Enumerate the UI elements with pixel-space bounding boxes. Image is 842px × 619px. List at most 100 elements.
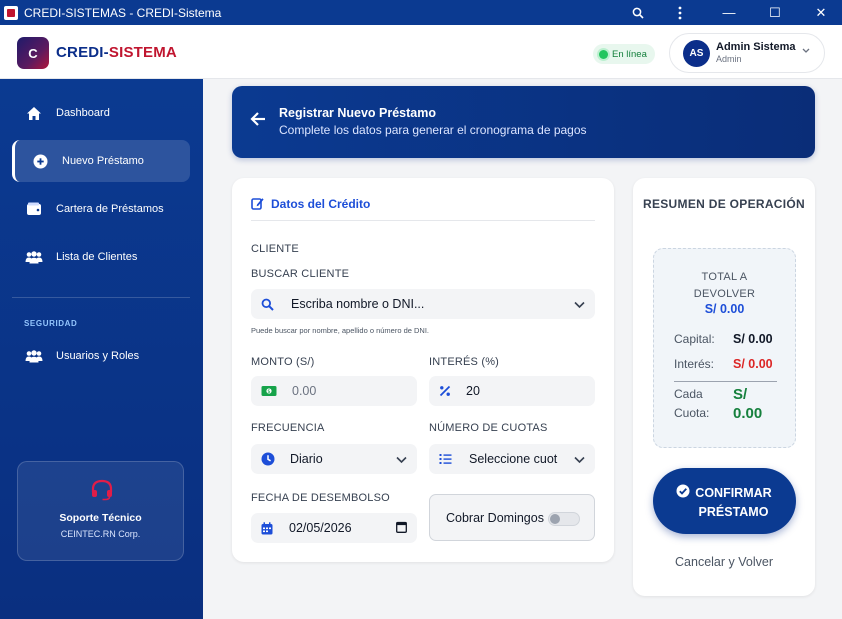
sidebar-item-label: Nuevo Préstamo [62,155,144,167]
edit-icon [251,197,264,213]
page-banner: Registrar Nuevo Préstamo Complete los da… [232,86,815,158]
loan-form-card: Datos del Crédito CLIENTE BUSCAR CLIENTE… [232,178,614,562]
sidebar-divider [12,297,190,298]
summary-title: RESUMEN DE OPERACIÓN [642,197,806,211]
amount-label: MONTO (S/) [251,356,315,368]
calendar-icon [261,521,273,535]
summary-divider [674,381,777,382]
chevron-down-icon [574,453,585,467]
brand-part-1: CREDI- [56,44,109,61]
user-menu[interactable]: AS Admin Sistema Admin [669,33,825,73]
sidebar-item-label: Usuarios y Roles [56,350,140,362]
svg-text:$: $ [267,389,270,395]
chevron-down-icon [802,46,810,57]
sidebar-section-label: SEGURIDAD [24,319,78,328]
search-icon [261,298,274,311]
brand-name: CREDI-SISTEMA [56,44,177,61]
installment-value: S/ 0.00 [733,386,763,422]
disbursement-date-input[interactable]: 02/05/2026 [251,513,417,543]
sidebar-item-dashboard[interactable]: Dashboard [12,92,190,134]
client-search-placeholder: Escriba nombre o DNI... [291,297,425,311]
list-icon [439,453,452,465]
wallet-icon [24,202,44,216]
client-search-input[interactable]: Escriba nombre o DNI... [251,289,595,319]
sidebar-item-label: Cartera de Préstamos [56,203,164,215]
sidebar: Dashboard Nuevo Préstamo Cartera de Prés… [0,79,203,619]
interest-value: 20 [466,384,480,398]
search-icon[interactable] [615,0,661,25]
support-title: Soporte Técnico [59,512,142,524]
sunday-collection-toggle[interactable]: Cobrar Domingos [429,494,595,541]
capital-label: Capital: [674,332,715,346]
chevron-down-icon [574,298,585,312]
window-titlebar: CREDI-SISTEMAS - CREDI-Sistema — ☐ ✕ [0,0,842,25]
installments-select[interactable]: Seleccione cuot [429,444,595,474]
amount-value: 0.00 [292,384,317,398]
user-name: Admin Sistema [716,41,796,53]
percent-icon [439,385,451,397]
sunday-collection-switch[interactable] [548,512,580,526]
more-vert-icon[interactable] [657,0,703,25]
frequency-value: Diario [290,452,323,466]
money-icon: $ [261,385,277,397]
section-title: Datos del Crédito [271,197,371,211]
sidebar-item-nuevo-prestamo[interactable]: Nuevo Préstamo [12,140,190,182]
summary-panel: RESUMEN DE OPERACIÓN TOTAL A DEVOLVER S/… [633,178,815,596]
close-button[interactable]: ✕ [798,0,842,25]
interest-input[interactable]: 20 [429,376,595,406]
sunday-collection-label: Cobrar Domingos [446,511,544,525]
status-dot-icon [599,49,608,59]
page-subtitle: Complete los datos para generar el crono… [279,123,587,137]
client-label: CLIENTE [251,243,299,255]
avatar: AS [683,40,710,67]
confirm-loan-label: CONFIRMAR PRÉSTAMO [695,486,772,519]
support-company: CEINTEC.RN Corp. [60,529,141,539]
brand-part-2: SISTEMA [108,44,177,61]
interest-label: INTERÉS (%) [429,356,500,368]
sidebar-item-cartera[interactable]: Cartera de Préstamos [12,188,190,230]
users-icon [24,349,44,363]
minimize-button[interactable]: — [706,0,752,25]
confirm-loan-button[interactable]: CONFIRMAR PRÉSTAMO [653,468,796,534]
total-value: S/ 0.00 [704,302,745,316]
amount-input[interactable]: $ 0.00 [251,376,417,406]
headset-icon [90,479,114,506]
calendar-picker-icon[interactable] [396,521,407,536]
app-icon [4,5,18,20]
home-icon [24,106,44,121]
search-hint: Puede buscar por nombre, apellido o núme… [251,326,430,335]
installments-label: NÚMERO DE CUOTAS [429,422,548,434]
frequency-label: FRECUENCIA [251,422,325,434]
interest-summary-value: S/ 0.00 [733,357,773,371]
installment-label: Cada Cuota: [674,387,710,420]
installments-value: Seleccione cuot [469,452,558,466]
app-logo: C [17,37,49,69]
sidebar-item-usuarios-roles[interactable]: Usuarios y Roles [12,335,190,377]
search-client-label: BUSCAR CLIENTE [251,268,350,280]
disbursement-date-label: FECHA DE DESEMBOLSO [251,492,390,504]
online-status-badge: En línea [593,44,655,64]
sidebar-item-clientes[interactable]: Lista de Clientes [12,236,190,278]
maximize-button[interactable]: ☐ [752,0,798,25]
disbursement-date-value: 02/05/2026 [289,521,352,535]
clock-icon [261,452,275,466]
capital-value: S/ 0.00 [733,332,773,346]
summary-box: TOTAL A DEVOLVER S/ 0.00 Capital: S/ 0.0… [653,248,796,448]
chevron-down-icon [396,453,407,467]
cancel-back-link[interactable]: Cancelar y Volver [633,555,815,569]
user-role: Admin [716,54,742,64]
arrow-left-icon[interactable] [250,112,266,131]
users-icon [24,250,44,264]
interest-summary-label: Interés: [674,357,715,371]
support-card[interactable]: Soporte Técnico CEINTEC.RN Corp. [17,461,184,561]
sidebar-item-label: Lista de Clientes [56,251,138,263]
plus-circle-icon [30,154,50,169]
total-label: TOTAL A DEVOLVER [693,271,756,300]
status-text: En línea [612,48,647,60]
frequency-select[interactable]: Diario [251,444,417,474]
window-title: CREDI-SISTEMAS - CREDI-Sistema [24,5,222,20]
sidebar-item-label: Dashboard [56,107,110,119]
section-header: Datos del Crédito [251,197,595,221]
app-header: C CREDI-SISTEMA En línea AS Admin Sistem… [0,25,842,79]
page-title: Registrar Nuevo Préstamo [279,106,437,120]
